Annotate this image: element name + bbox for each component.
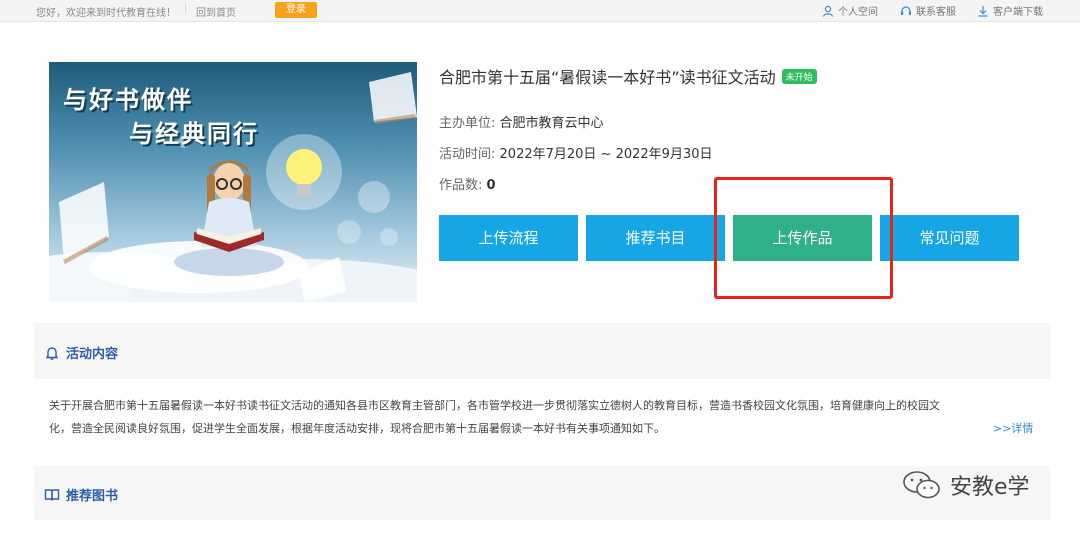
login-button[interactable]: 登录 [275, 2, 317, 18]
bell-icon [45, 346, 59, 360]
time-label: 活动时间: [439, 147, 496, 162]
organizer-value: 合肥市教育云中心 [499, 116, 604, 131]
activity-title: 合肥市第十五届“暑假读一本好书”读书征文活动 [439, 68, 776, 87]
status-badge: 未开始 [781, 68, 817, 84]
organizer-row: 主办单位: 合肥市教育云中心 [439, 112, 604, 131]
cover-slogan-line2: 与经典同行 [129, 119, 259, 148]
count-row: 作品数: 0 [439, 174, 496, 193]
cover-slogan-line1: 与好书做伴 [63, 85, 193, 114]
upload-flow-button[interactable]: 上传流程 [439, 215, 578, 261]
contact-service-link[interactable]: 联系客服 [900, 3, 956, 18]
book-icon [44, 488, 60, 501]
organizer-label: 主办单位: [439, 116, 496, 131]
home-link[interactable]: 回到首页 [196, 4, 236, 19]
recommended-books-section: 推荐图书 [34, 466, 1050, 520]
topbar-separator: | [184, 3, 188, 14]
content-line-2: 化，营造全民阅读良好氛围，促进学生全面发展，根据年度活动安排，现将合肥市第十五届… [49, 422, 665, 435]
download-icon [978, 5, 988, 17]
faq-button[interactable]: 常见问题 [880, 215, 1019, 261]
activity-content-heading: 活动内容 [66, 347, 119, 362]
count-value: 0 [486, 178, 496, 193]
headset-icon [901, 5, 911, 15]
contact-service-label: 联系客服 [916, 7, 956, 18]
details-link[interactable]: >>详情 [993, 420, 1033, 436]
recommended-books-heading: 推荐图书 [66, 489, 119, 504]
user-icon [822, 5, 834, 17]
watermark-text: 安教e学 [950, 475, 1030, 500]
activity-content-text: 关于开展合肥市第十五届暑假读一本好书读书征文活动的通知各县市区教育主管部门，各市… [49, 394, 1034, 440]
client-download-link[interactable]: 客户端下载 [977, 3, 1043, 18]
content-line-1: 关于开展合肥市第十五届暑假读一本好书读书征文活动的通知各县市区教育主管部门，各市… [49, 399, 940, 412]
client-download-label: 客户端下载 [993, 7, 1043, 18]
time-row: 活动时间: 2022年7月20日 ~ 2022年9月30日 [439, 143, 712, 162]
personal-space-link[interactable]: 个人空间 [822, 3, 878, 18]
activity-content-heading-row: 活动内容 [44, 343, 118, 362]
activity-cover-image: 与好书做伴 与经典同行 [49, 62, 417, 302]
highlight-annotation-box [714, 177, 893, 299]
count-label: 作品数: [439, 178, 483, 193]
welcome-text: 您好，欢迎来到时代教育在线！ [36, 8, 176, 19]
watermark: 安教e学 [900, 468, 1030, 502]
top-bar: 您好，欢迎来到时代教育在线！ | 回到首页 登录 个人空间 联系客服 客户端下载 [0, 0, 1080, 22]
activity-content-header: 活动内容 [34, 323, 1050, 379]
activity-title-row: 合肥市第十五届“暑假读一本好书”读书征文活动 未开始 [439, 64, 817, 88]
recommended-books-heading-row: 推荐图书 [44, 485, 118, 504]
wechat-icon [903, 471, 940, 499]
personal-space-label: 个人空间 [838, 7, 878, 18]
recommended-books-button[interactable]: 推荐书目 [586, 215, 725, 261]
time-value: 2022年7月20日 ~ 2022年9月30日 [499, 147, 713, 162]
